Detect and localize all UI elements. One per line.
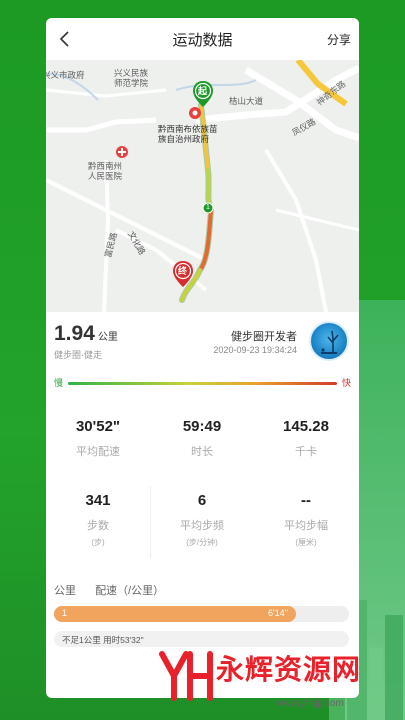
route-map[interactable]: 兴义市政府 兴义民族 师范学院 神奇东路 桔山大道 凤仪路 黔西南布依族苗 族自…: [46, 60, 359, 312]
pace-row-value: 6'14": [267, 608, 288, 618]
share-button[interactable]: 分享: [327, 31, 351, 48]
map-label-guishan-ave: 桔山大道: [229, 96, 264, 106]
pace-bar: 1 6'14": [54, 606, 296, 622]
end-marker-label: 终: [178, 266, 188, 276]
speed-gradient-bar: [68, 382, 337, 385]
pace-note: 不足1公里 用时53'32": [54, 631, 349, 647]
stats-grid: 30'52" 平均配速 59:49 时长 145.28 千卡 341 步数 (步…: [46, 408, 359, 578]
distance-unit: 公里: [97, 332, 118, 343]
nav-bar: 运动数据 分享: [46, 18, 359, 60]
page-title: 运动数据: [172, 31, 233, 49]
stat-divider: [150, 486, 151, 558]
stat-value: --: [301, 492, 311, 509]
activity-summary: 1.94 公里 健步圈·健走 健步圈开发者 2020-09-23 19:34:24: [46, 312, 359, 374]
stat-unit: (步): [91, 538, 105, 547]
pace-value-header: 配速（/公里）: [95, 585, 165, 597]
stat-label: 时长: [191, 446, 213, 458]
user-name: 健步圈开发者: [231, 331, 297, 343]
watermark-text: 永辉资源网: [216, 654, 362, 685]
pace-section-header: 公里 配速（/公里）: [54, 582, 180, 598]
pace-row-km: 1: [62, 608, 68, 618]
map-label-hospital: 黔西南州 人民医院: [88, 161, 123, 181]
pace-km-header: 公里: [54, 585, 76, 597]
start-marker-label: 起: [198, 86, 208, 96]
speed-slow-label: 慢: [54, 378, 64, 388]
back-arrow-icon[interactable]: [54, 28, 76, 50]
km-marker-label: 1: [206, 204, 210, 211]
activity-time: 2020-09-23 19:34:24: [213, 345, 297, 355]
stat-label: 平均步频: [180, 520, 224, 532]
stat-steps: 341 步数 (步): [46, 492, 150, 548]
stat-label: 平均步幅: [284, 520, 328, 532]
stat-label: 步数: [87, 520, 109, 532]
stat-label: 千卡: [295, 446, 317, 458]
watermark-url: www.yhkjjj.com: [276, 698, 344, 709]
stat-calories: 145.28 千卡: [254, 418, 358, 459]
map-label-prefecture-gov: 黔西南布依族苗 族自治州政府: [158, 124, 218, 144]
watermark: 永辉资源网 www.yhkjjj.com: [158, 646, 405, 720]
speed-legend: 慢 快: [46, 374, 359, 396]
map-label-gov: 兴义市政府: [46, 70, 85, 80]
stat-label: 平均配速: [76, 446, 120, 458]
phone-screen: 运动数据 分享 兴义市政府 兴义民族 师范学院 神奇东路 桔山大道 凤仪路 黔西…: [46, 18, 359, 698]
watermark-logo: [159, 651, 213, 701]
map-label-normal-school: 兴义民族 师范学院: [114, 68, 149, 88]
stat-value: 59:49: [182, 418, 222, 435]
activity-type: 健步圈·健走: [54, 350, 102, 360]
stat-cadence: 6 平均步频 (步/分钟): [150, 492, 254, 548]
stat-duration: 59:49 时长: [150, 418, 254, 459]
stat-stride: -- 平均步幅 (厘米): [254, 492, 358, 548]
avatar-tree-icon: [321, 330, 339, 354]
stat-value: 6: [197, 492, 207, 509]
avatar[interactable]: [309, 321, 349, 361]
stat-value: 145.28: [283, 418, 329, 435]
stat-value: 30'52": [75, 418, 121, 435]
stat-avg-pace: 30'52" 平均配速: [46, 418, 150, 459]
stat-unit: (步/分钟): [186, 538, 218, 547]
stat-value: 341: [85, 492, 111, 509]
stat-unit: (厘米): [295, 538, 317, 547]
pace-row: 1 6'14": [54, 606, 349, 622]
speed-fast-label: 快: [341, 378, 351, 388]
distance-value: 1.94: [54, 322, 95, 345]
